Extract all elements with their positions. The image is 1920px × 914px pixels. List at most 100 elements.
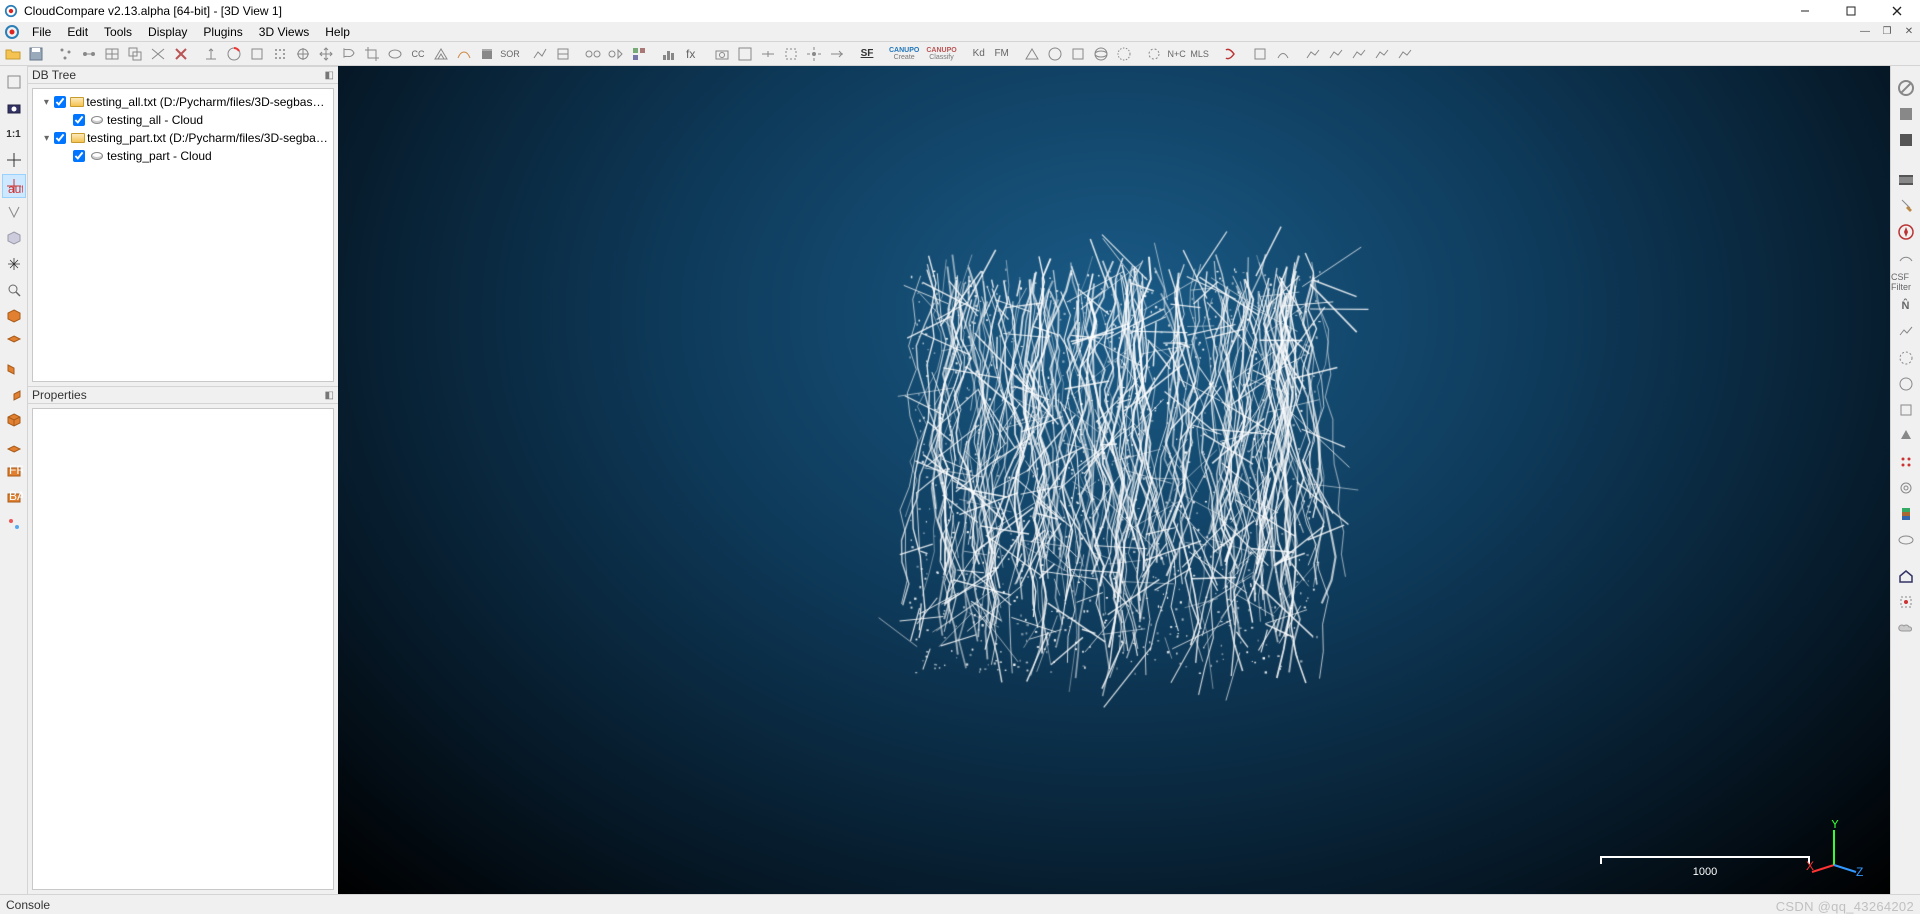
zoom-button[interactable] [2, 278, 26, 302]
sra-plugin-button[interactable] [1894, 476, 1918, 500]
fit-button[interactable] [384, 43, 406, 65]
menu-tools[interactable]: Tools [96, 22, 140, 41]
autopick-center-button[interactable] [803, 43, 825, 65]
cloud-icon-button[interactable] [1894, 616, 1918, 640]
m3c2-button4[interactable] [1371, 43, 1393, 65]
mls-plugin-button[interactable]: MLS [1189, 43, 1211, 65]
virtual-broom-button[interactable] [1894, 590, 1918, 614]
mdi-close-button[interactable]: ✕ [1898, 23, 1920, 41]
no-filter-button[interactable] [1894, 76, 1918, 100]
snapshot-button[interactable] [2, 96, 26, 120]
cloud-cloud-dist-button[interactable] [582, 43, 604, 65]
global-zoom-button[interactable] [2, 304, 26, 328]
bottom-view-button[interactable] [2, 434, 26, 458]
visibility-checkbox[interactable] [73, 150, 85, 162]
hsv-color-button[interactable] [223, 43, 245, 65]
merge-button[interactable] [147, 43, 169, 65]
3d-view[interactable]: 1000 X Y Z [338, 66, 1890, 894]
octree-button[interactable] [246, 43, 268, 65]
facets-plugin-button[interactable] [1894, 502, 1918, 526]
pcv-button[interactable] [1143, 43, 1165, 65]
crop-button[interactable] [361, 43, 383, 65]
canupo-create-button[interactable]: CANUPOCreate [886, 47, 922, 61]
edl-shader-button[interactable] [1894, 102, 1918, 126]
orbit-button[interactable] [2, 252, 26, 276]
mdi-restore-button[interactable]: ❐ [1876, 23, 1898, 41]
menu-edit[interactable]: Edit [59, 22, 96, 41]
label-cc-button[interactable] [628, 43, 650, 65]
broom-plugin-button[interactable] [1894, 194, 1918, 218]
console-panel[interactable]: Console [0, 894, 1920, 914]
m3c2-button1[interactable] [1302, 43, 1324, 65]
tree-node[interactable]: testing_all - Cloud [35, 111, 331, 129]
translate-rotate-button[interactable] [315, 43, 337, 65]
side-view-button[interactable] [2, 382, 26, 406]
expand-icon[interactable]: ▾ [41, 97, 52, 108]
kd-plugin-button[interactable]: Kd [968, 43, 990, 65]
menu-display[interactable]: Display [140, 22, 195, 41]
histogram-button[interactable] [658, 43, 680, 65]
window-minimize-button[interactable] [1782, 0, 1828, 22]
tree-node[interactable]: ▾testing_all.txt (D:/Pycharm/files/3D-se… [35, 93, 331, 111]
properties-body[interactable] [32, 408, 334, 890]
point-pair-registration-button[interactable] [78, 43, 100, 65]
canupo-classify-button[interactable]: CANUPOClassify [923, 47, 959, 61]
m3c2-button5[interactable] [1394, 43, 1416, 65]
mdi-minimize-button[interactable]: — [1854, 23, 1876, 41]
globe-button[interactable] [1090, 43, 1112, 65]
ransac-plugin-button[interactable] [1894, 450, 1918, 474]
m3c2-plugin-button[interactable] [1894, 346, 1918, 370]
facets-button[interactable] [1021, 43, 1043, 65]
segment-button[interactable] [338, 43, 360, 65]
clone-button[interactable] [124, 43, 146, 65]
pick-rotation-center-button[interactable] [2, 148, 26, 172]
delete-button[interactable] [170, 43, 192, 65]
open-button[interactable] [2, 43, 24, 65]
sf-editor-button[interactable]: SF [856, 43, 878, 65]
sra-button[interactable] [1272, 43, 1294, 65]
cc-button[interactable]: CC [407, 43, 429, 65]
visibility-checkbox[interactable] [54, 132, 66, 144]
m3c2-button2[interactable] [1325, 43, 1347, 65]
camera-params-button[interactable] [711, 43, 733, 65]
hpr-button[interactable] [1894, 320, 1918, 344]
cross-section-button[interactable] [552, 43, 574, 65]
front-labeled-button[interactable]: FRONT [2, 460, 26, 484]
primitive-button[interactable] [476, 43, 498, 65]
cloud-mesh-dist-button[interactable] [605, 43, 627, 65]
compass-n-button[interactable]: N̂ [1894, 294, 1918, 318]
top-view-button[interactable] [2, 330, 26, 354]
animation-plugin-button[interactable] [1894, 168, 1918, 192]
visibility-checkbox[interactable] [54, 96, 66, 108]
dbtree-body[interactable]: ▾testing_all.txt (D:/Pycharm/files/3D-se… [32, 88, 334, 382]
delaunay-button[interactable] [430, 43, 452, 65]
expand-icon[interactable]: ▾ [41, 133, 52, 144]
tree-node[interactable]: testing_part - Cloud [35, 147, 331, 165]
compass-plugin-button[interactable] [1894, 220, 1918, 244]
fm-plugin-button[interactable]: FM [991, 43, 1013, 65]
nc-plugin-button[interactable]: N+C [1166, 43, 1188, 65]
trace-polyline-button[interactable] [529, 43, 551, 65]
save-button[interactable] [25, 43, 47, 65]
mesh-plugin-button[interactable] [1113, 43, 1135, 65]
back-view-button[interactable] [2, 408, 26, 432]
pick-point-list-button[interactable] [55, 43, 77, 65]
zoom-refresh-button[interactable] [2, 200, 26, 224]
csf-plugin-button[interactable] [1894, 246, 1918, 270]
menu-help[interactable]: Help [317, 22, 358, 41]
properties-header[interactable]: Properties ◧ [28, 386, 338, 404]
one-to-one-button[interactable]: 1:1 [2, 122, 26, 146]
m3c2-button3[interactable] [1348, 43, 1370, 65]
dock-float-icon[interactable]: ◧ [325, 390, 334, 401]
lighting-button[interactable] [2, 512, 26, 536]
poisson-plugin-button[interactable] [1894, 424, 1918, 448]
dbtree-header[interactable]: DB Tree ◧ [28, 66, 338, 84]
normals-button[interactable] [200, 43, 222, 65]
export-button[interactable] [1067, 43, 1089, 65]
pcl-plugin-button[interactable] [1894, 372, 1918, 396]
subsample-button[interactable] [269, 43, 291, 65]
sor-filter-button[interactable]: SOR [499, 43, 521, 65]
global-shift-button[interactable] [826, 43, 848, 65]
home-plugin-button[interactable] [1894, 564, 1918, 588]
menu-3dviews[interactable]: 3D Views [251, 22, 317, 41]
